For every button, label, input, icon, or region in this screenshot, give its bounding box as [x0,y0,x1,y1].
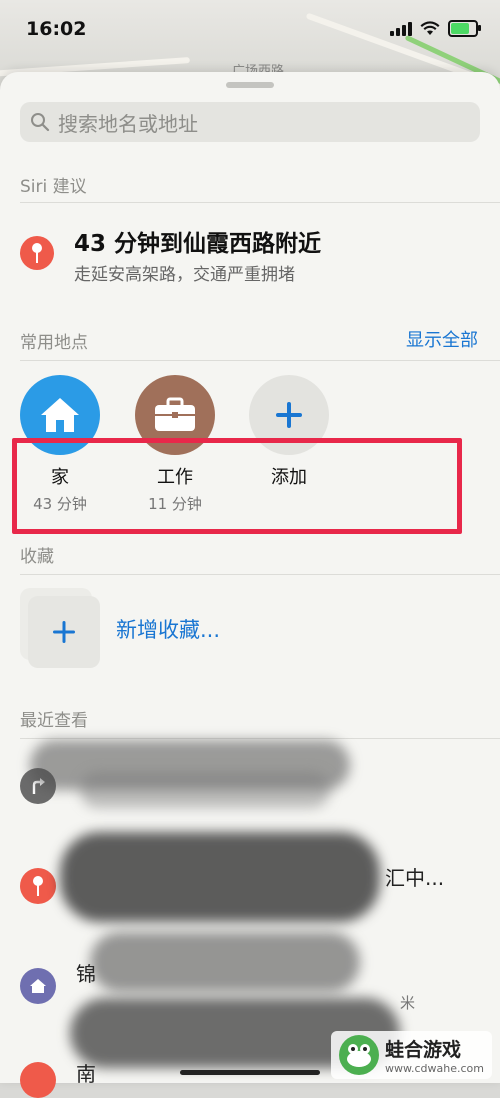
pin-icon [20,1062,56,1098]
cellular-signal-icon [390,21,412,36]
watermark-url: www.cdwahe.com [385,1062,484,1075]
collections-section-header: 收藏 [20,547,54,567]
home-building-icon [20,968,56,1004]
plus-icon [28,596,100,668]
siri-suggestion-title: 43 分钟到仙霞西路附近 [74,231,322,257]
frog-logo-icon [339,1035,380,1075]
watermark: 蛙合游戏 www.cdwahe.com [331,1031,492,1079]
redaction-smudge [60,832,380,922]
status-time: 16:02 [26,18,87,40]
favorites-section-header: 常用地点 [20,333,88,353]
redaction-smudge [90,932,360,992]
battery-icon [448,20,481,37]
wifi-icon [420,21,440,35]
divider [20,202,500,203]
search-bar[interactable]: 搜索地名或地址 [20,102,480,142]
divider [20,738,500,739]
new-collection-label: 新增收藏... [116,618,221,642]
recent-section-header: 最近查看 [20,711,88,731]
pin-icon [20,868,56,904]
recent-item-title: 汇中... [385,866,445,890]
siri-suggestion-subtitle: 走延安高架路，交通严重拥堵 [74,265,295,285]
home-indicator[interactable] [180,1070,320,1075]
divider [20,360,500,361]
recent-item-subtitle: 米 [400,994,416,1012]
show-all-link[interactable]: 显示全部 [406,326,478,352]
places-sheet: 搜索地名或地址 Siri 建议 43 分钟到仙霞西路附近 走延安高架路，交通严重… [0,72,500,1098]
annotation-highlight-box [12,438,462,534]
pin-icon [20,236,54,270]
watermark-title: 蛙合游戏 [385,1039,462,1061]
divider [20,574,500,575]
status-icons [390,20,481,37]
redaction-smudge [80,772,330,808]
sheet-grabber[interactable] [226,82,274,88]
siri-section-header: Siri 建议 [20,177,87,197]
search-icon [31,113,50,132]
search-placeholder: 搜索地名或地址 [58,111,198,136]
